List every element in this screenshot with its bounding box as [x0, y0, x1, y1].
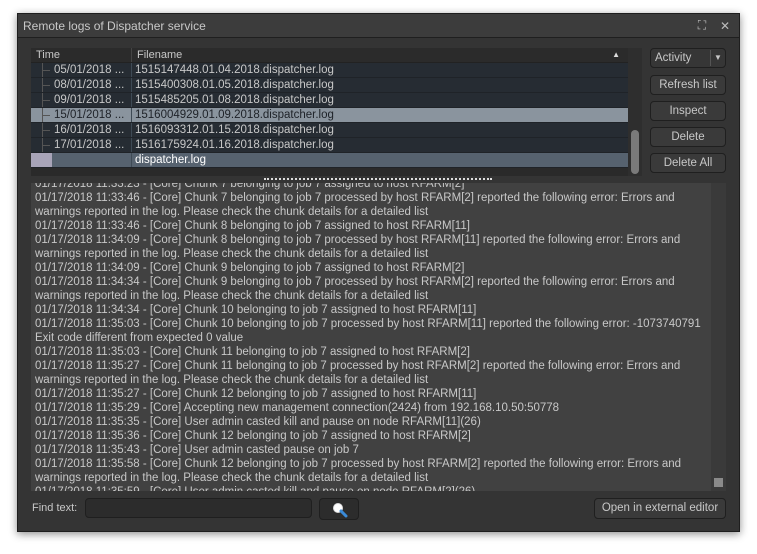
log-line: 01/17/2018 11:35:27 - [Core] Chunk 12 be… — [35, 388, 477, 400]
delete-all-button[interactable]: Delete All — [650, 153, 726, 173]
log-line: 01/17/2018 11:34:09 - [Core] Chunk 9 bel… — [35, 262, 465, 274]
delete-button[interactable]: Delete — [650, 127, 726, 147]
column-header-filename[interactable]: Filename ▲ — [132, 48, 628, 62]
log-line: 01/17/2018 11:33:46 - [Core] Chunk 7 bel… — [35, 192, 675, 218]
log-line: 01/17/2018 11:35:58 - [Core] Chunk 12 be… — [35, 458, 682, 484]
scrollbar-thumb[interactable] — [631, 130, 639, 174]
tree-branch — [31, 123, 52, 137]
log-scrollbar[interactable] — [711, 183, 726, 491]
search-button[interactable] — [319, 498, 359, 520]
tree-branch — [31, 108, 52, 122]
log-line: 01/17/2018 11:35:43 - [Core] User admin … — [35, 444, 359, 456]
tree-branch — [31, 78, 52, 92]
refresh-list-button[interactable]: Refresh list — [650, 75, 726, 95]
table-header: Time Filename ▲ — [31, 48, 628, 63]
log-files-table: Time Filename ▲ 05/01/2018 ... 1515147448.… — [31, 48, 628, 176]
tree-branch — [31, 153, 52, 167]
log-line: 01/17/2018 11:35:36 - [Core] Chunk 12 be… — [35, 430, 471, 442]
row-time: 15/01/2018 ... — [52, 108, 132, 122]
magnifier-icon — [333, 503, 348, 518]
expand-icon[interactable]: ⛶ — [693, 18, 711, 33]
table-row[interactable]: 17/01/2018 ... 1516175924.01.16.2018.disp… — [31, 138, 628, 153]
find-text-input[interactable] — [85, 498, 312, 518]
log-line: 01/17/2018 11:33:23 - [Core] Chunk 7 bel… — [35, 183, 465, 190]
column-header-time[interactable]: Time — [31, 48, 132, 62]
row-filename: 1515400308.01.05.2018.dispatcher.log — [135, 79, 334, 91]
log-text-view[interactable]: 01/17/2018 11:33:23 - [Core] Chunk 7 bel… — [31, 183, 711, 491]
close-icon[interactable]: ✕ — [716, 19, 734, 33]
row-time: 05/01/2018 ... — [52, 63, 132, 77]
tree-branch — [31, 138, 52, 152]
log-line: 01/17/2018 11:34:09 - [Core] Chunk 8 bel… — [35, 234, 681, 260]
table-row[interactable]: 15/01/2018 ... 1516004929.01.09.2018.disp… — [31, 108, 628, 123]
log-type-dropdown[interactable]: Activity ▼ — [650, 48, 726, 68]
row-filename: 1515485205.01.08.2018.dispatcher.log — [135, 94, 334, 106]
log-line: 01/17/2018 11:35:27 - [Core] Chunk 11 be… — [35, 360, 681, 386]
log-line: 01/17/2018 11:35:03 - [Core] Chunk 10 be… — [35, 318, 701, 344]
find-text-label: Find text: — [32, 502, 78, 514]
row-time — [52, 153, 132, 167]
table-row[interactable]: dispatcher.log — [31, 153, 628, 168]
remote-logs-window: Remote logs of Dispatcher service ⛶ ✕ Ti… — [17, 13, 740, 532]
row-filename: 1515147448.01.04.2018.dispatcher.log — [135, 64, 334, 76]
scrollbar-thumb[interactable] — [714, 478, 723, 487]
log-line: 01/17/2018 11:34:34 - [Core] Chunk 10 be… — [35, 304, 477, 316]
title-bar: Remote logs of Dispatcher service ⛶ ✕ — [18, 14, 739, 38]
chevron-down-icon: ▼ — [710, 50, 725, 66]
row-filename: 1516093312.01.15.2018.dispatcher.log — [135, 124, 334, 136]
window-title: Remote logs of Dispatcher service — [23, 18, 206, 33]
inspect-button[interactable]: Inspect — [650, 101, 726, 121]
dropdown-value: Activity — [655, 52, 692, 64]
row-filename: 1516175924.01.16.2018.dispatcher.log — [135, 139, 334, 151]
splitter-handle[interactable] — [264, 178, 492, 181]
row-time: 16/01/2018 ... — [52, 123, 132, 137]
sort-ascending-icon: ▲ — [612, 50, 620, 59]
row-filename: 1516004929.01.09.2018.dispatcher.log — [135, 109, 334, 121]
open-external-editor-button[interactable]: Open in external editor — [594, 498, 726, 519]
log-line: 01/17/2018 11:35:59 - [Core] User admin … — [35, 485, 707, 491]
row-time: 08/01/2018 ... — [52, 78, 132, 92]
tree-branch — [31, 93, 52, 107]
table-row[interactable]: 16/01/2018 ... 1516093312.01.15.2018.disp… — [31, 123, 628, 138]
log-line: 01/17/2018 11:35:03 - [Core] Chunk 11 be… — [35, 346, 470, 358]
table-row[interactable]: 05/01/2018 ... 1515147448.01.04.2018.disp… — [31, 63, 628, 78]
log-line: 01/17/2018 11:34:34 - [Core] Chunk 9 bel… — [35, 276, 675, 302]
row-time: 17/01/2018 ... — [52, 138, 132, 152]
row-filename: dispatcher.log — [135, 154, 206, 166]
table-row[interactable]: 09/01/2018 ... 1515485205.01.08.2018.disp… — [31, 93, 628, 108]
log-line: 01/17/2018 11:35:35 - [Core] User admin … — [35, 416, 481, 428]
row-time: 09/01/2018 ... — [52, 93, 132, 107]
table-scrollbar[interactable] — [628, 48, 642, 176]
tree-branch — [31, 63, 52, 77]
log-line: 01/17/2018 11:35:29 - [Core] Accepting n… — [35, 402, 560, 414]
column-header-filename-label: Filename — [137, 49, 183, 61]
table-row[interactable]: 08/01/2018 ... 1515400308.01.05.2018.disp… — [31, 78, 628, 93]
log-line: 01/17/2018 11:33:46 - [Core] Chunk 8 bel… — [35, 220, 470, 232]
